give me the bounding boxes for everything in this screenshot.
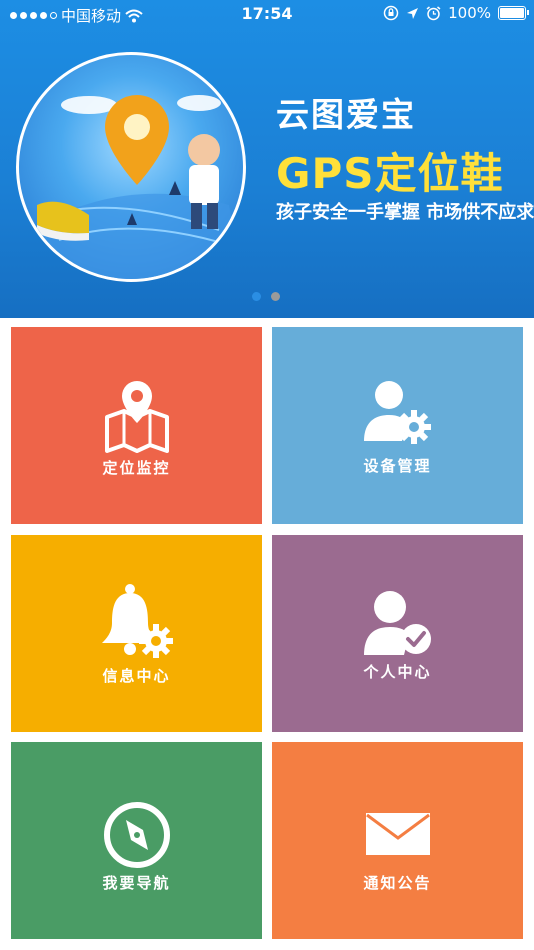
location-arrow-icon [407, 7, 419, 19]
alarm-icon [426, 5, 441, 20]
user-gear-icon [363, 381, 431, 444]
banner-headline: GPS定位鞋 [276, 149, 504, 198]
banner-illustration [16, 52, 246, 282]
location-monitor-tile[interactable]: 定位监控 [11, 327, 262, 524]
envelope-icon [365, 813, 430, 855]
notice-tile[interactable]: 通知公告 [272, 742, 523, 939]
battery-percent: 100% [448, 4, 491, 22]
device-management-tile[interactable]: 设备管理 [272, 327, 523, 524]
navigation-label: 我要导航 [102, 874, 171, 892]
banner[interactable]: 中国移动 17:54 100% 云图爱宝 GPS定位鞋 孩子安全一手掌握 市场供… [0, 0, 534, 318]
personal-center-tile[interactable]: 个人中心 [272, 535, 523, 732]
user-check-icon [363, 591, 431, 655]
bell-gear-icon [101, 584, 173, 658]
notice-label: 通知公告 [363, 874, 432, 892]
banner-slogan: 孩子安全一手掌握 市场供不应求 [276, 202, 534, 223]
pager-dot[interactable] [252, 292, 261, 301]
pager-dot[interactable] [271, 292, 280, 301]
rotation-lock-icon [383, 5, 399, 21]
battery-icon [498, 6, 529, 20]
device-management-label: 设备管理 [363, 457, 432, 475]
navigation-tile[interactable]: 我要导航 [11, 742, 262, 939]
banner-title: 云图爱宝 [276, 95, 416, 134]
message-center-label: 信息中心 [102, 667, 171, 685]
compass-icon [103, 802, 170, 868]
map-pin-icon [104, 381, 169, 453]
message-center-tile[interactable]: 信息中心 [11, 535, 262, 732]
personal-center-label: 个人中心 [363, 663, 432, 681]
status-bar: 中国移动 17:54 100% [0, 0, 534, 30]
banner-pager[interactable] [252, 292, 280, 301]
location-monitor-label: 定位监控 [102, 459, 171, 477]
